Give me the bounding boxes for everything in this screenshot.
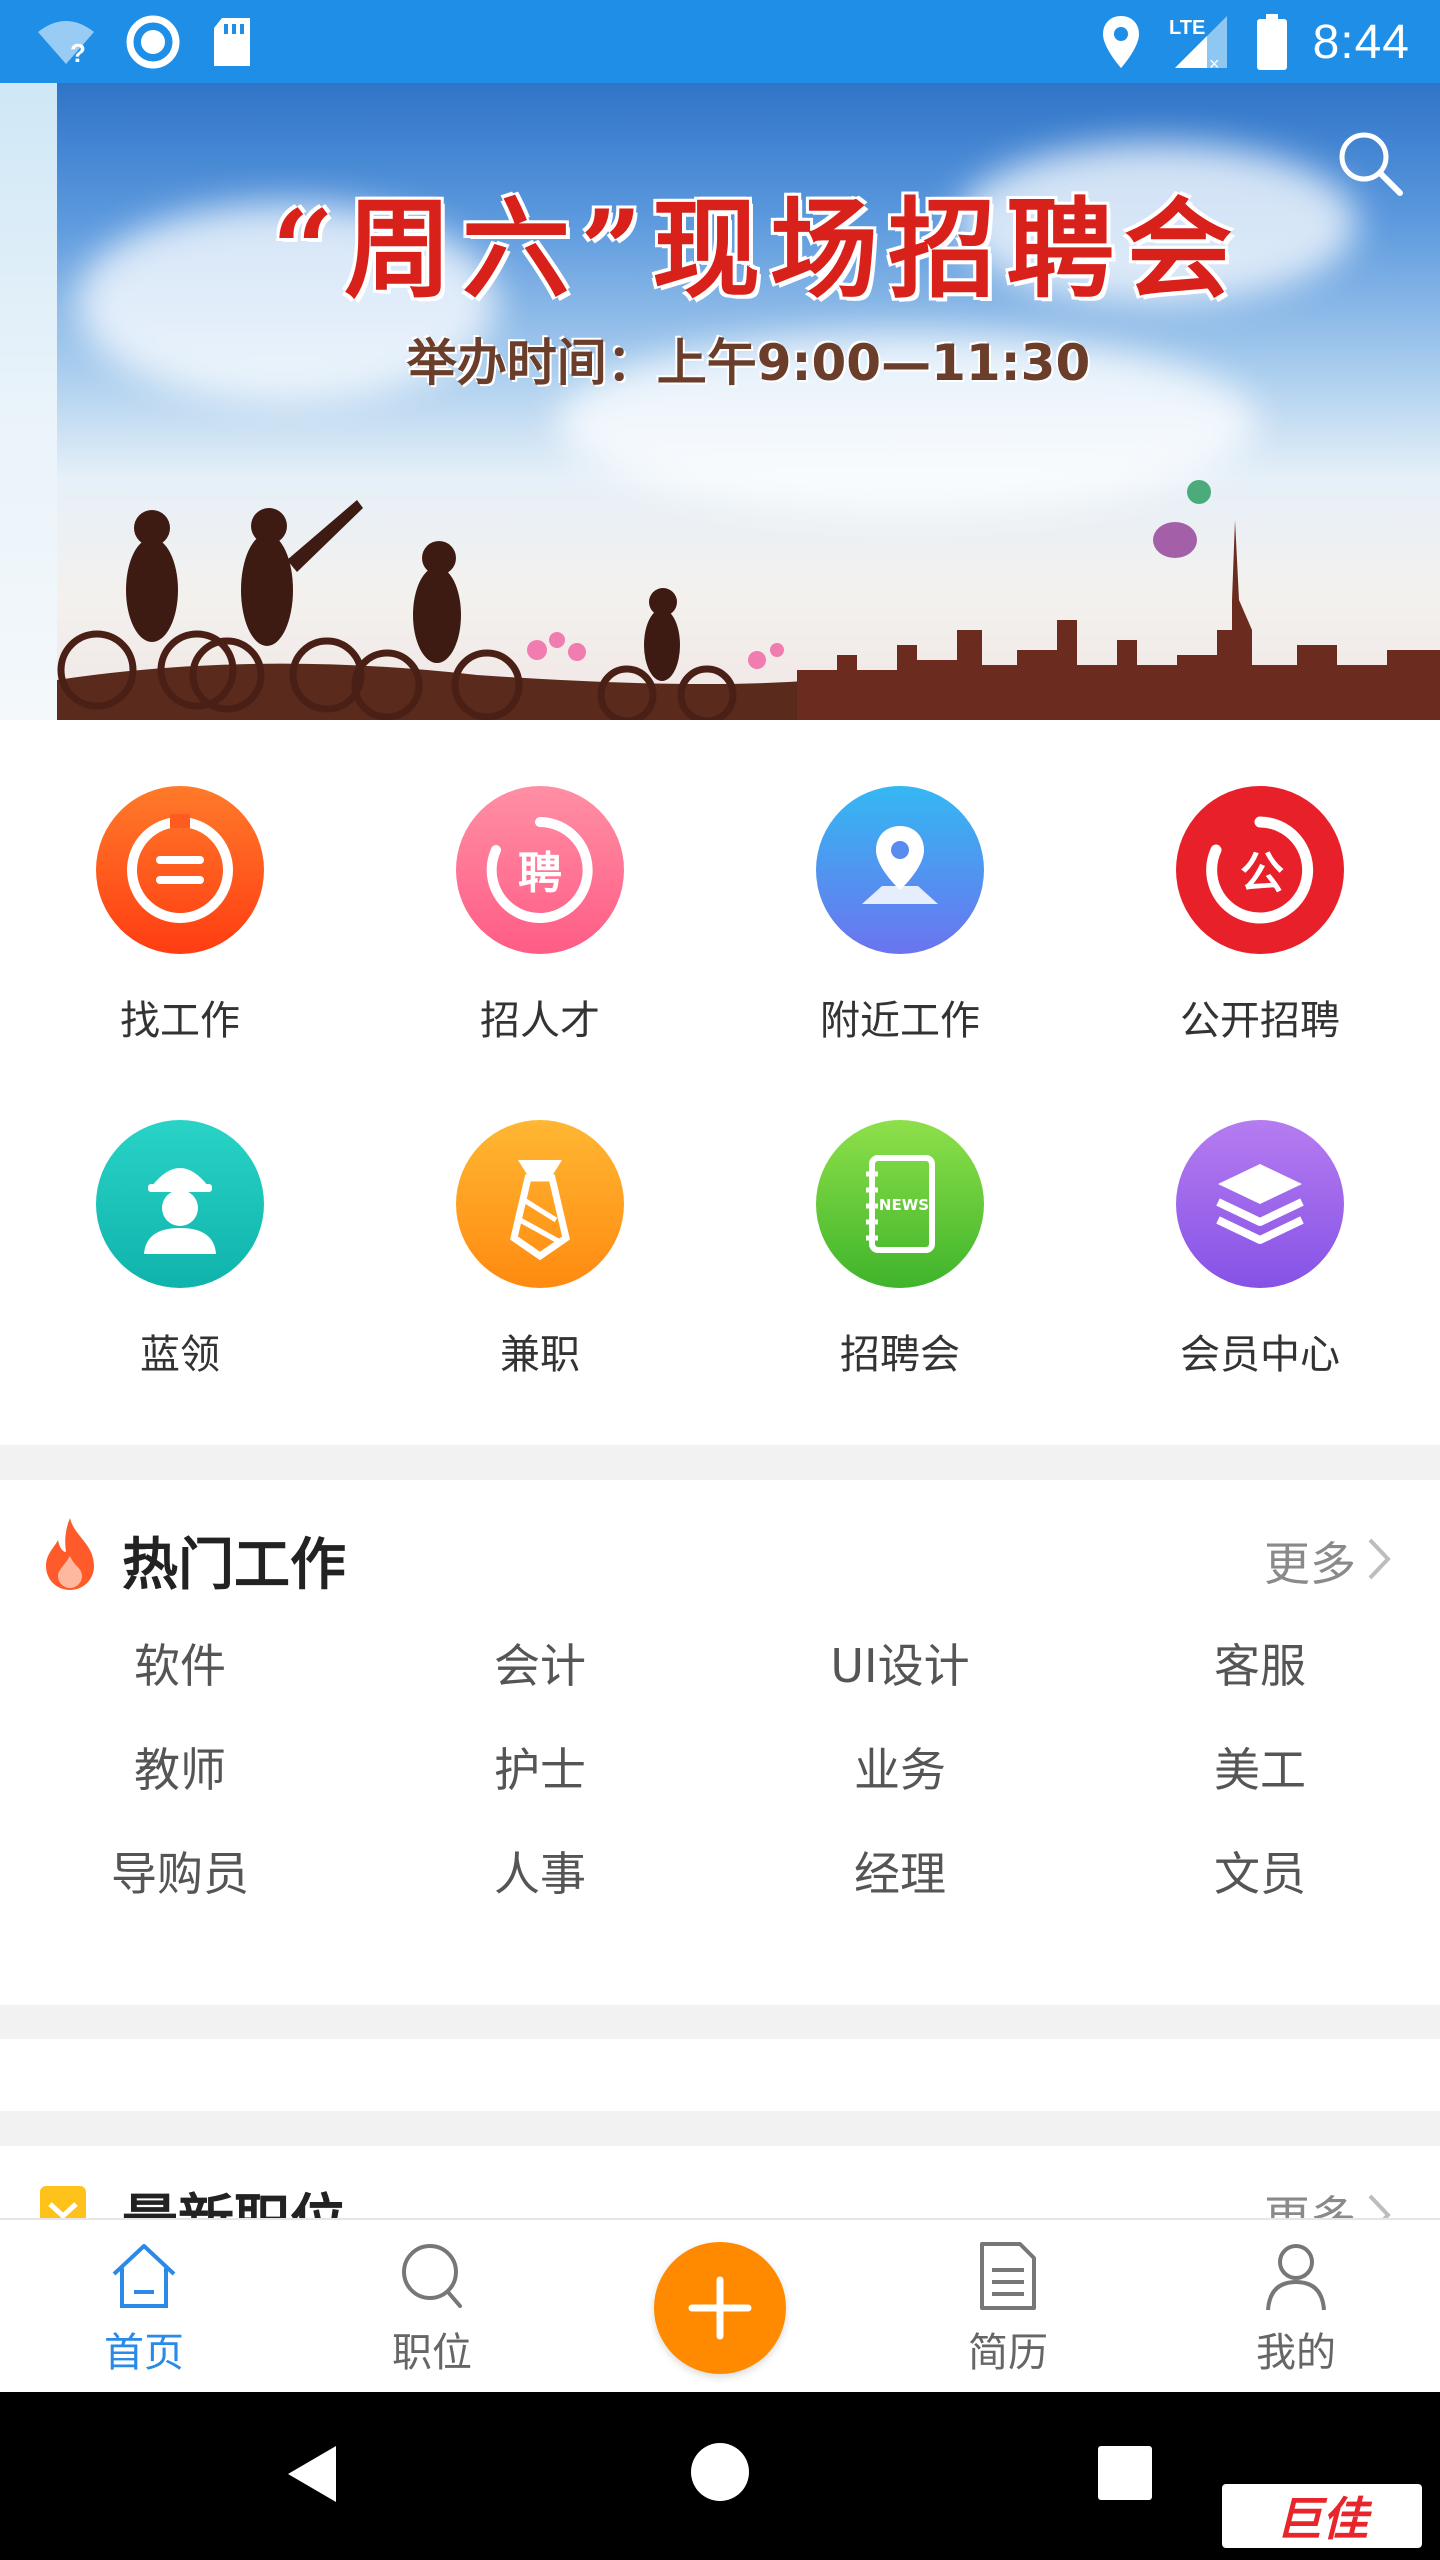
- tab-label: 职位: [392, 2330, 472, 2376]
- category-label: 招人才: [480, 998, 600, 1044]
- category-job-fair[interactable]: NEWS 招聘会: [720, 1120, 1080, 1400]
- hot-jobs-section: 热门工作 更多 软件 会计 UI设计 客服 教师 护士 业务 美工 导购员 人事…: [0, 1480, 1440, 2005]
- svg-text:NEWS: NEWS: [879, 1196, 929, 1214]
- tab-mine[interactable]: 我的: [1196, 2238, 1396, 2378]
- chevron-right-icon[interactable]: [1364, 2190, 1394, 2218]
- hot-jobs-more-link[interactable]: 更多: [1264, 1528, 1356, 1594]
- hot-job-tag[interactable]: 会计: [360, 1630, 720, 1696]
- sync-icon: [126, 15, 180, 69]
- hot-job-tag[interactable]: 软件: [0, 1630, 360, 1696]
- hot-jobs-header: 热门工作 更多: [0, 1480, 1440, 1620]
- banner-subtitle: 举办时间：上午9:00—11:30: [406, 334, 1091, 392]
- battery-icon: [1256, 14, 1287, 70]
- banner-carousel[interactable]: “周六”现场招聘会 举办时间：上午9:00—11:30: [0, 83, 1440, 720]
- cyclists-skyline-illustration: [57, 480, 1440, 720]
- hot-jobs-title: 热门工作: [122, 1533, 346, 1598]
- hot-job-tag[interactable]: 人事: [360, 1838, 720, 1904]
- location-icon: [1102, 16, 1139, 68]
- home-icon: [112, 2244, 176, 2308]
- hot-job-tag[interactable]: 经理: [720, 1838, 1080, 1904]
- tab-home[interactable]: 首页: [44, 2238, 244, 2378]
- status-time: 8:44: [1312, 15, 1410, 69]
- fire-icon: [46, 1518, 94, 1590]
- recruit-icon: 聘: [456, 786, 624, 954]
- category-find-job[interactable]: 找工作: [0, 786, 360, 1066]
- category-label: 公开招聘: [1180, 998, 1340, 1044]
- plus-icon: [688, 2276, 752, 2340]
- home-button-icon[interactable]: [690, 2442, 750, 2502]
- spacer-section: [0, 2039, 1440, 2111]
- layers-icon: [1176, 1120, 1344, 1288]
- section-divider: [0, 1445, 1440, 1480]
- section-divider: [0, 2111, 1440, 2146]
- hot-job-tag[interactable]: 文员: [1080, 1838, 1440, 1904]
- tab-resume[interactable]: 简历: [908, 2238, 1108, 2378]
- category-blue-collar[interactable]: 蓝领: [0, 1120, 360, 1400]
- category-label: 兼职: [500, 1332, 580, 1378]
- category-member-center[interactable]: 会员中心: [1080, 1120, 1440, 1400]
- category-label: 附近工作: [820, 998, 980, 1044]
- status-left-icons: ?: [36, 14, 254, 70]
- category-label: 找工作: [120, 998, 240, 1044]
- latest-jobs-more-link[interactable]: 更多: [1264, 2182, 1356, 2218]
- hot-job-tag[interactable]: 导购员: [0, 1838, 360, 1904]
- latest-jobs-section: 最新职位 更多: [0, 2146, 1440, 2218]
- category-grid: 找工作 聘 招人才 附近工作 公 公开招聘 蓝领 兼职 NEWS 招聘会 会员中…: [0, 720, 1440, 1445]
- status-right-icons: LTE × 8:44: [1101, 10, 1410, 74]
- latest-jobs-icon: [40, 2186, 86, 2218]
- resume-icon: [980, 2242, 1036, 2310]
- category-label: 招聘会: [840, 1332, 960, 1378]
- banner-slide[interactable]: “周六”现场招聘会 举办时间：上午9:00—11:30: [57, 83, 1440, 720]
- tie-icon: [456, 1120, 624, 1288]
- category-nearby-jobs[interactable]: 附近工作: [720, 786, 1080, 1066]
- banner-title: “周六”现场招聘会: [271, 187, 1243, 313]
- category-recruit[interactable]: 聘 招人才: [360, 786, 720, 1066]
- category-label: 蓝领: [140, 1332, 220, 1378]
- latest-jobs-title: 最新职位: [122, 2176, 346, 2218]
- tab-label: 简历: [968, 2330, 1048, 2376]
- sd-card-icon: [214, 18, 250, 66]
- banner-previous-slide-peek: [0, 83, 57, 720]
- chevron-right-icon[interactable]: [1364, 1534, 1394, 1584]
- watermark-logo: 巨佳: [1222, 2484, 1422, 2548]
- worker-icon: [96, 1120, 264, 1288]
- svg-text:?: ?: [70, 38, 86, 66]
- public-recruit-icon: 公: [1176, 786, 1344, 954]
- wifi-unknown-icon: ?: [38, 21, 94, 66]
- svg-text:公: 公: [1240, 848, 1284, 899]
- back-icon[interactable]: [284, 2442, 340, 2506]
- publish-add-button[interactable]: [654, 2242, 786, 2374]
- tab-label: 我的: [1256, 2330, 1336, 2376]
- hot-job-tag[interactable]: 护士: [360, 1734, 720, 1800]
- status-bar: ? LTE × 8:44: [0, 0, 1440, 83]
- hot-job-tag[interactable]: UI设计: [720, 1630, 1080, 1696]
- watermark-text: 巨佳: [1276, 2492, 1368, 2546]
- category-part-time[interactable]: 兼职: [360, 1120, 720, 1400]
- svg-text:LTE: LTE: [1169, 17, 1205, 39]
- search-icon[interactable]: [1330, 123, 1410, 203]
- hot-job-tag[interactable]: 美工: [1080, 1734, 1440, 1800]
- category-label: 会员中心: [1180, 1332, 1340, 1378]
- svg-text:×: ×: [1209, 54, 1220, 72]
- svg-text:聘: 聘: [518, 848, 562, 899]
- section-divider: [0, 2005, 1440, 2039]
- map-pin-icon: [816, 786, 984, 954]
- tab-label: 首页: [104, 2330, 184, 2376]
- category-public-recruitment[interactable]: 公 公开招聘: [1080, 786, 1440, 1066]
- cell-signal-icon: LTE ×: [1169, 16, 1227, 72]
- user-icon: [1266, 2244, 1326, 2311]
- recents-icon[interactable]: [1098, 2446, 1152, 2500]
- hot-job-tag[interactable]: 教师: [0, 1734, 360, 1800]
- bottom-tab-bar: 首页 职位 简历 我的: [0, 2218, 1440, 2392]
- hot-job-tag[interactable]: 客服: [1080, 1630, 1440, 1696]
- search-icon: [402, 2244, 462, 2308]
- hot-job-tag[interactable]: 业务: [720, 1734, 1080, 1800]
- news-notebook-icon: NEWS: [816, 1120, 984, 1288]
- tab-positions[interactable]: 职位: [332, 2238, 532, 2378]
- system-navigation-bar: 巨佳: [0, 2392, 1440, 2560]
- list-icon: [96, 786, 264, 954]
